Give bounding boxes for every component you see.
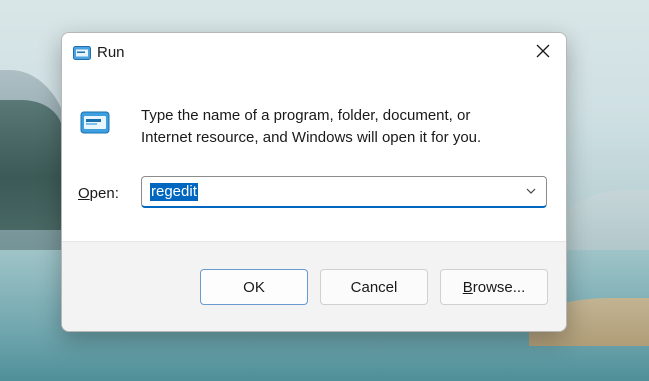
open-input[interactable]: regedit <box>150 183 198 201</box>
ok-button[interactable]: OK <box>200 269 308 305</box>
description-line-1: Type the name of a program, folder, docu… <box>141 107 471 124</box>
dialog-content: Type the name of a program, folder, docu… <box>62 73 566 241</box>
close-button[interactable] <box>520 33 566 73</box>
run-dialog: Run Type the name of a program, folder, … <box>61 32 567 332</box>
open-label-accelerator: O <box>78 185 90 202</box>
cancel-button[interactable]: Cancel <box>320 269 428 305</box>
close-icon <box>536 44 550 63</box>
run-program-icon <box>80 107 110 137</box>
open-combobox[interactable]: regedit <box>141 176 547 208</box>
window-title: Run <box>97 44 125 61</box>
open-label-text: pen: <box>89 185 119 202</box>
browse-button[interactable]: Browse... <box>440 269 548 305</box>
browse-accelerator: B <box>462 278 473 296</box>
description-line-2: Internet resource, and Windows will open… <box>141 129 482 146</box>
description-text: Type the name of a program, folder, docu… <box>141 105 541 149</box>
wallpaper-trees <box>0 100 62 230</box>
dialog-footer: OK Cancel Browse... <box>62 241 566 331</box>
browse-label: rowse... <box>472 278 526 296</box>
run-icon <box>73 46 91 60</box>
open-label: Open: <box>78 185 119 202</box>
chevron-down-icon[interactable] <box>526 187 536 195</box>
title-bar[interactable]: Run <box>62 33 566 73</box>
